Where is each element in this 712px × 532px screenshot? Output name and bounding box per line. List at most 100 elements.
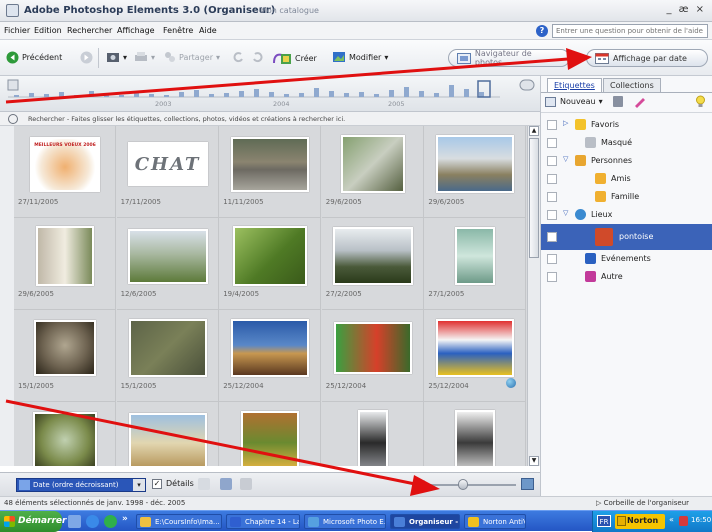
create-button[interactable]: Créer [272,51,317,65]
tag-item-evenements[interactable]: Evénements [541,250,712,268]
zoom-small-icon[interactable] [416,480,425,489]
zoom-slider-track[interactable] [430,484,516,486]
photo-thumbnail[interactable] [231,319,310,377]
edit-tag-icon[interactable] [633,95,646,108]
tag-item-autre[interactable]: Autre [541,268,712,286]
tag-checkbox[interactable] [547,210,557,220]
photo-cell[interactable]: 29/6/2005 [321,126,424,218]
menu-aide[interactable]: Aide [199,26,217,35]
tab-etiquettes[interactable]: Etiquettes [547,78,602,92]
photo-cell[interactable]: 19/4/2005 [219,218,322,310]
language-indicator[interactable]: FR [597,515,611,527]
forward-button[interactable] [80,51,93,64]
photo-cell[interactable]: CHAT 17/11/2005 [116,126,219,218]
help-icon[interactable]: ? [536,25,548,37]
scroll-thumb[interactable] [529,138,539,258]
photo-cell[interactable]: MEILLEURS VOEUX 2006 27/11/2005 [14,126,116,218]
rotate-right-button[interactable] [252,51,264,63]
tag-item-pontoise[interactable]: pontoise [541,224,712,250]
help-search-input[interactable] [552,24,708,38]
organizer-trash-link[interactable]: ▷ Corbeille de l'organiseur [596,499,689,507]
photo-thumbnail[interactable] [436,135,515,193]
back-button[interactable]: Précédent [6,51,62,64]
menu-affichage[interactable]: Affichage [117,26,155,35]
photo-thumbnail[interactable] [36,226,94,286]
photo-thumbnail[interactable] [332,227,413,285]
start-button[interactable]: Démarrer [0,511,66,532]
tag-checkbox[interactable] [547,232,557,242]
tag-checkbox[interactable] [547,156,557,166]
tag-item-personnes[interactable]: ▽ Personnes [541,152,712,170]
photo-thumbnail[interactable] [33,412,97,466]
photo-thumbnail[interactable] [455,410,496,466]
quicklaunch-browser-icon[interactable] [86,515,99,528]
photo-cell[interactable]: 11/11/2005 [219,126,322,218]
rotate-left-button[interactable] [232,51,244,63]
tray-expand-icon[interactable]: « [669,515,674,524]
photo-cell[interactable] [424,402,527,466]
photo-thumbnail[interactable] [340,135,405,193]
taskbar-item[interactable]: Microsoft Photo E... [304,514,386,529]
photo-cell[interactable]: 27/2/2005 [321,218,424,310]
timeline[interactable]: 2003 2004 2005 [0,76,540,112]
tag-checkbox[interactable] [547,120,557,130]
photo-thumbnail[interactable] [455,227,496,285]
lightbulb-icon[interactable] [695,95,706,108]
tray-app-icon[interactable] [679,516,688,526]
expand-toggle-icon[interactable]: ▽ [563,209,568,217]
photo-thumbnail[interactable]: MEILLEURS VOEUX 2006 [30,136,100,192]
menu-edition[interactable]: Edition [34,26,62,35]
photo-cell[interactable]: 12/6/2005 [116,218,219,310]
tag-item-favoris[interactable]: ▷ Favoris [541,116,712,134]
scroll-up-arrow[interactable]: ▲ [529,126,539,136]
zoom-large-icon[interactable] [521,478,534,490]
details-checkbox[interactable]: ✓ [152,479,162,489]
sort-dropdown-arrow[interactable]: ▾ [133,479,145,491]
photo-browser-button[interactable]: Navigateur de photos [448,49,570,67]
tag-item-masque[interactable]: Masqué [541,134,712,152]
photo-thumbnail[interactable] [436,319,515,377]
search-drop-zone[interactable]: Rechercher - Faites glisser les étiquett… [0,112,540,126]
tag-checkbox[interactable] [547,272,557,282]
photo-cell[interactable] [322,402,424,466]
taskbar-item[interactable]: Chapitre 14 - La ... [226,514,300,529]
quicklaunch-overflow-icon[interactable]: » [122,514,128,524]
tag-item-amis[interactable]: Amis [541,170,712,188]
vertical-scrollbar[interactable]: ▲ ▼ [527,126,540,466]
quicklaunch-desktop-icon[interactable] [68,515,81,528]
single-photo-view-icon[interactable] [198,478,210,490]
modify-button[interactable]: Modifier ▾ [332,51,388,63]
photo-cell[interactable] [14,402,116,466]
tag-checkbox[interactable] [547,254,557,264]
expand-toggle-icon[interactable]: ▷ [563,119,568,127]
photo-thumbnail[interactable] [333,322,412,374]
photo-thumbnail[interactable] [241,411,300,466]
share-button[interactable]: Partager ▾ [164,51,220,63]
tab-collections[interactable]: Collections [603,78,661,92]
photo-cell[interactable]: 29/6/2005 [14,218,116,310]
date-view-button[interactable]: Affichage par date [586,49,708,67]
photo-cell[interactable]: 15/1/2005 [116,310,219,402]
scroll-down-arrow[interactable]: ▼ [529,456,539,466]
menu-fenetre[interactable]: Fenêtre [163,26,193,35]
taskbar-item[interactable]: E:\CoursInfo\Ima... [136,514,222,529]
photo-cell[interactable] [219,402,322,466]
photo-cell[interactable] [117,402,219,466]
new-tag-button[interactable]: Nouveau ▾ [545,96,603,107]
sort-order-select[interactable]: Date (ordre décroissant) ▾ [16,478,146,492]
photo-thumbnail[interactable] [127,228,208,284]
print-button[interactable]: ▾ [134,51,155,63]
photo-thumbnail[interactable]: CHAT [127,142,208,186]
taskbar-item[interactable]: Organiseur - Ph... [390,514,460,529]
taskbar-item[interactable]: Norton AntiVirus [464,514,526,529]
photo-cell[interactable]: 25/12/2004 [321,310,424,402]
tag-item-famille[interactable]: Famille [541,188,712,206]
photo-thumbnail[interactable] [128,412,207,466]
zoom-slider-thumb[interactable] [458,479,468,490]
expand-toggle-icon[interactable]: ▽ [563,155,568,163]
slideshow-icon[interactable] [220,478,232,490]
tag-checkbox[interactable] [547,192,557,202]
photo-cell[interactable]: 27/1/2005 [424,218,527,310]
photo-cell[interactable]: 25/12/2004 [219,310,322,402]
photo-cell[interactable]: 15/1/2005 [14,310,116,402]
